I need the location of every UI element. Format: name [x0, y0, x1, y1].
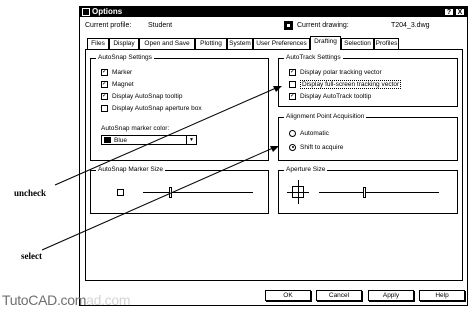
- magnet-checkbox[interactable]: ✓: [101, 80, 108, 88]
- marker-color-label: AutoSnap marker color:: [101, 125, 170, 132]
- watermark-main: TutoCAD.com: [2, 292, 87, 308]
- watermark-faint: ad.com: [86, 292, 131, 308]
- drafting-panel: AutoSnap Settings ✓ Marker ✓ Magnet ✓ Di…: [85, 49, 463, 281]
- full-screen-tracking-option[interactable]: Display full-screen tracking vector: [289, 79, 402, 89]
- marker-color-value: Blue: [114, 136, 128, 144]
- aperture-size-title: Aperture Size: [284, 165, 328, 175]
- tab-files[interactable]: Files: [87, 38, 109, 49]
- marker-size-title: AutoSnap Marker Size: [96, 165, 166, 175]
- current-drawing-label: Current drawing:: [297, 22, 349, 29]
- color-swatch: [104, 137, 111, 143]
- magnet-label: Magnet: [112, 80, 134, 88]
- marker-preview: [117, 189, 124, 196]
- ok-button[interactable]: OK: [265, 290, 311, 301]
- close-icon[interactable]: X: [455, 8, 465, 16]
- polar-tracking-label: Display polar tracking vector: [300, 68, 382, 76]
- title-bar: Options ? X: [80, 7, 467, 17]
- shift-to-acquire-option[interactable]: Shift to acquire: [289, 142, 343, 152]
- full-screen-tracking-checkbox[interactable]: [289, 80, 296, 88]
- options-dialog: Options ? X Current profile: Student Cur…: [79, 6, 468, 306]
- magnet-option[interactable]: ✓ Magnet: [101, 79, 134, 89]
- tab-system[interactable]: System: [227, 38, 253, 49]
- aperture-size-slider-thumb[interactable]: [363, 187, 366, 198]
- marker-size-slider-thumb[interactable]: [169, 187, 172, 198]
- automatic-radio[interactable]: [289, 129, 296, 137]
- dialog-icon: [82, 8, 90, 16]
- autotrack-tooltip-checkbox[interactable]: ✓: [289, 92, 296, 100]
- marker-size-group: AutoSnap Marker Size: [90, 165, 269, 214]
- autotrack-settings-group: AutoTrack Settings ✓ Display polar track…: [278, 53, 458, 107]
- select-annotation: select: [21, 251, 42, 261]
- marker-color-select[interactable]: Blue ▼: [101, 135, 197, 145]
- aperture-box-option[interactable]: Display AutoSnap aperture box: [101, 103, 202, 113]
- tab-user-preferences[interactable]: User Preferences: [253, 38, 310, 49]
- current-profile-value: Student: [148, 22, 173, 29]
- help-button[interactable]: Help: [419, 290, 465, 301]
- aperture-box-checkbox[interactable]: [101, 104, 108, 112]
- autosnap-tooltip-checkbox[interactable]: ✓: [101, 92, 108, 100]
- dropdown-arrow-icon[interactable]: ▼: [186, 136, 196, 144]
- marker-size-track[interactable]: [143, 192, 253, 193]
- autosnap-tooltip-label: Display AutoSnap tooltip: [112, 92, 183, 100]
- autosnap-tooltip-option[interactable]: ✓ Display AutoSnap tooltip: [101, 91, 182, 101]
- help-icon[interactable]: ?: [444, 8, 454, 16]
- watermark: TutoCAD.comad.com: [2, 292, 131, 308]
- marker-checkbox[interactable]: ✓: [101, 68, 108, 76]
- autosnap-settings-title: AutoSnap Settings: [96, 53, 154, 63]
- dialog-title: Options: [92, 7, 123, 16]
- drawing-icon: [284, 21, 293, 30]
- polar-tracking-checkbox[interactable]: ✓: [289, 68, 296, 76]
- polar-tracking-option[interactable]: ✓ Display polar tracking vector: [289, 67, 382, 77]
- alignment-acquisition-group: Alignment Point Acquisition Automatic Sh…: [278, 112, 458, 161]
- cancel-button[interactable]: Cancel: [316, 290, 362, 301]
- autotrack-settings-title: AutoTrack Settings: [284, 53, 343, 63]
- aperture-box-label: Display AutoSnap aperture box: [112, 104, 202, 112]
- crosshair-icon: [287, 180, 309, 204]
- marker-label: Marker: [112, 68, 133, 76]
- apply-button[interactable]: Apply: [368, 290, 414, 301]
- autosnap-settings-group: AutoSnap Settings ✓ Marker ✓ Magnet ✓ Di…: [90, 53, 269, 161]
- tab-display[interactable]: Display: [109, 38, 139, 49]
- autotrack-tooltip-label: Display AutoTrack tooltip: [300, 92, 372, 100]
- tab-drafting[interactable]: Drafting: [310, 36, 341, 50]
- current-profile-label: Current profile:: [85, 22, 132, 29]
- alignment-acquisition-title: Alignment Point Acquisition: [284, 112, 367, 122]
- automatic-option[interactable]: Automatic: [289, 128, 329, 138]
- marker-option[interactable]: ✓ Marker: [101, 67, 132, 77]
- aperture-size-group: Aperture Size: [278, 165, 458, 214]
- automatic-label: Automatic: [300, 129, 329, 137]
- tab-selection[interactable]: Selection: [341, 38, 374, 49]
- aperture-size-track[interactable]: [319, 192, 439, 193]
- tab-open-and-save[interactable]: Open and Save: [139, 38, 195, 49]
- uncheck-annotation: uncheck: [14, 188, 47, 198]
- autotrack-tooltip-option[interactable]: ✓ Display AutoTrack tooltip: [289, 91, 371, 101]
- full-screen-tracking-label: Display full-screen tracking vector: [300, 79, 402, 89]
- shift-to-acquire-label: Shift to acquire: [300, 143, 344, 151]
- current-drawing-value: T204_3.dwg: [391, 22, 430, 29]
- tab-profiles[interactable]: Profiles: [374, 38, 399, 49]
- tab-plotting[interactable]: Plotting: [195, 38, 227, 49]
- shift-to-acquire-radio[interactable]: [289, 143, 296, 151]
